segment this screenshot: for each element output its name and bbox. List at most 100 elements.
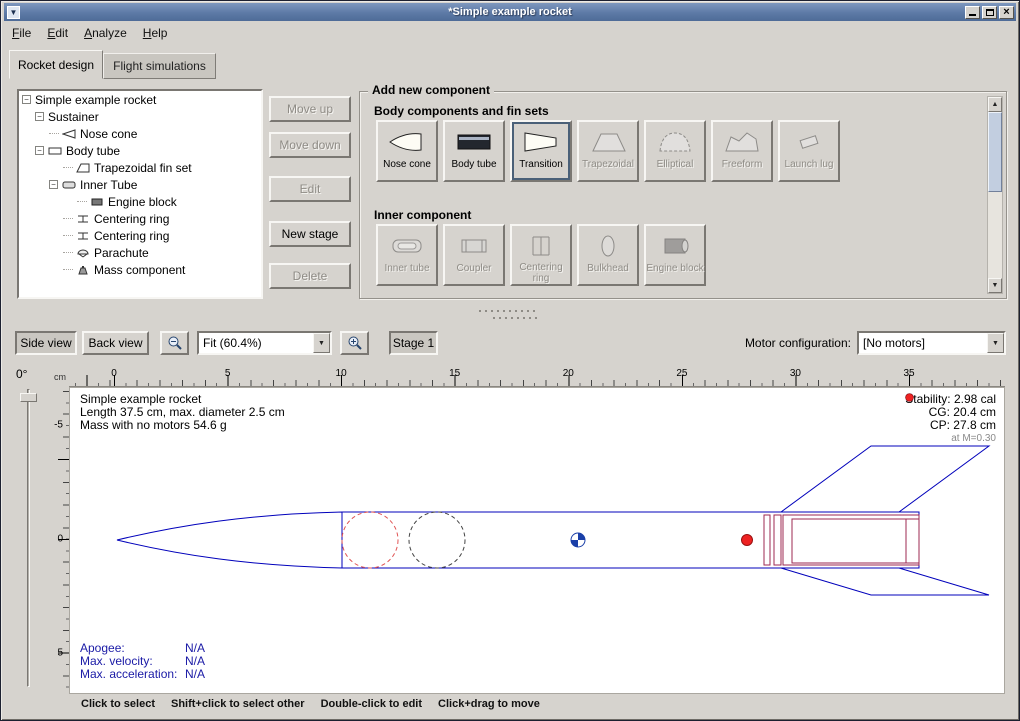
rotation-value: 0° bbox=[16, 367, 27, 381]
rocket-view-canvas[interactable]: Simple example rocket Length 37.5 cm, ma… bbox=[69, 387, 1005, 694]
tree-line bbox=[63, 167, 73, 168]
status-bar: Click to select Shift+click to select ot… bbox=[81, 698, 540, 710]
group-title: Add new component bbox=[368, 83, 494, 97]
ruler-label: 35 bbox=[903, 368, 914, 379]
stability-info: Stability: 2.98 cal CG: 20.4 cm CP: 27.8… bbox=[905, 393, 996, 445]
tree-item-centering-ring-1[interactable]: Centering ring bbox=[19, 210, 261, 227]
zoom-in-icon bbox=[347, 335, 363, 351]
collapse-icon[interactable]: − bbox=[35, 112, 44, 121]
fin-set-icon bbox=[76, 163, 90, 173]
ruler-label: 20 bbox=[563, 368, 574, 379]
motor-configuration-label: Motor configuration: bbox=[745, 336, 851, 350]
hint-double-click: Double-click to edit bbox=[321, 698, 422, 710]
add-freeform-fin-button: Freeform bbox=[711, 120, 773, 182]
tab-rocket-design[interactable]: Rocket design bbox=[9, 50, 103, 79]
collapse-icon[interactable]: − bbox=[49, 180, 58, 189]
tree-item-sustainer[interactable]: − Sustainer bbox=[19, 108, 261, 125]
maximize-button[interactable] bbox=[982, 6, 997, 19]
transition-icon bbox=[521, 128, 561, 156]
add-bulkhead-button: Bulkhead bbox=[577, 224, 639, 286]
max-acceleration-label: Max. acceleration: bbox=[80, 668, 185, 681]
move-down-button: Move down bbox=[269, 132, 351, 158]
menu-help[interactable]: Help bbox=[135, 23, 176, 43]
close-button[interactable]: × bbox=[999, 6, 1014, 19]
tab-flight-simulations[interactable]: Flight simulations bbox=[103, 53, 216, 79]
menu-bar: File Edit Analyze Help bbox=[4, 22, 1016, 44]
body-tube-icon bbox=[454, 128, 494, 156]
freeform-fin-icon bbox=[722, 128, 762, 156]
menu-edit[interactable]: Edit bbox=[39, 23, 76, 43]
menu-analyze[interactable]: Analyze bbox=[76, 23, 135, 43]
add-launch-lug-button: Launch lug bbox=[778, 120, 840, 182]
inner-tube-icon bbox=[387, 232, 427, 260]
tree-line bbox=[63, 235, 73, 236]
ruler-label: 10 bbox=[336, 368, 347, 379]
scroll-down-button[interactable]: ▼ bbox=[988, 278, 1002, 293]
tree-item-engine-block[interactable]: Engine block bbox=[19, 193, 261, 210]
tree-item-mass-component[interactable]: Mass component bbox=[19, 261, 261, 278]
ruler-label: 25 bbox=[676, 368, 687, 379]
centering-ring-icon bbox=[76, 231, 90, 241]
rotation-slider-track[interactable] bbox=[27, 389, 30, 687]
cp-value: CP: 27.8 cm bbox=[930, 419, 996, 432]
component-tree: − Simple example rocket − Sustainer Nose… bbox=[17, 89, 263, 299]
tree-line bbox=[77, 201, 87, 202]
zoom-out-icon bbox=[167, 335, 183, 351]
menu-file[interactable]: File bbox=[4, 23, 39, 43]
splitter-grip[interactable] bbox=[493, 317, 539, 319]
move-up-button: Move up bbox=[269, 96, 351, 122]
ruler-label: 30 bbox=[790, 368, 801, 379]
collapse-icon[interactable]: − bbox=[35, 146, 44, 155]
rocket-info: Simple example rocket Length 37.5 cm, ma… bbox=[80, 393, 285, 432]
back-view-button[interactable]: Back view bbox=[82, 331, 149, 355]
ruler-label: 15 bbox=[449, 368, 460, 379]
title-bar[interactable]: ▼ *Simple example rocket × bbox=[4, 3, 1016, 21]
trapezoidal-fin-icon bbox=[588, 128, 628, 156]
ruler-unit-label: cm bbox=[51, 367, 69, 387]
stage-1-toggle[interactable]: Stage 1 bbox=[389, 331, 438, 355]
zoom-out-button[interactable] bbox=[160, 331, 189, 355]
add-centering-ring-button: Centering ring bbox=[510, 224, 572, 286]
tree-item-rocket[interactable]: − Simple example rocket bbox=[19, 91, 261, 108]
parachute-icon bbox=[76, 248, 90, 258]
bulkhead-icon bbox=[588, 232, 628, 260]
ruler-label: 5 bbox=[57, 647, 63, 658]
tree-line bbox=[49, 133, 59, 134]
add-body-tube-button[interactable]: Body tube bbox=[443, 120, 505, 182]
centering-ring-icon bbox=[521, 232, 561, 259]
tree-line bbox=[63, 218, 73, 219]
collapse-icon[interactable]: − bbox=[22, 95, 31, 104]
rotation-slider-thumb[interactable] bbox=[20, 393, 37, 402]
scrollbar-thumb[interactable] bbox=[988, 112, 1002, 192]
ruler-label: -5 bbox=[54, 420, 63, 431]
dropdown-arrow-icon[interactable]: ▼ bbox=[313, 333, 330, 353]
tree-item-fin-set[interactable]: Trapezoidal fin set bbox=[19, 159, 261, 176]
side-view-button[interactable]: Side view bbox=[15, 331, 77, 355]
tree-item-parachute[interactable]: Parachute bbox=[19, 244, 261, 261]
scroll-up-button[interactable]: ▲ bbox=[988, 97, 1002, 112]
tree-item-body-tube[interactable]: − Body tube bbox=[19, 142, 261, 159]
edit-button: Edit bbox=[269, 176, 351, 202]
coupler-icon bbox=[454, 232, 494, 260]
new-stage-button[interactable]: New stage bbox=[269, 221, 351, 247]
minimize-button[interactable] bbox=[965, 6, 980, 19]
motor-configuration-select[interactable]: [No motors] ▼ bbox=[857, 331, 1006, 355]
zoom-select[interactable]: Fit (60.4%) ▼ bbox=[197, 331, 332, 355]
max-velocity-value: N/A bbox=[185, 654, 205, 668]
tree-item-label: Body tube bbox=[66, 144, 120, 158]
component-scrollbar[interactable]: ▲ ▼ bbox=[987, 96, 1003, 294]
zoom-in-button[interactable] bbox=[340, 331, 369, 355]
add-coupler-button: Coupler bbox=[443, 224, 505, 286]
add-transition-button[interactable]: Transition bbox=[510, 120, 572, 182]
apogee-value: N/A bbox=[185, 641, 205, 655]
cp-icon bbox=[905, 393, 914, 402]
horizontal-ruler: 0 5 10 15 20 25 30 35 bbox=[69, 367, 1005, 387]
dropdown-arrow-icon[interactable]: ▼ bbox=[987, 333, 1004, 353]
splitter-grip[interactable] bbox=[479, 310, 539, 312]
tree-item-nose-cone[interactable]: Nose cone bbox=[19, 125, 261, 142]
motor-configuration-value: [No motors] bbox=[859, 336, 987, 350]
tree-item-label: Centering ring bbox=[94, 229, 169, 243]
tree-item-inner-tube[interactable]: − Inner Tube bbox=[19, 176, 261, 193]
add-nose-cone-button[interactable]: Nose cone bbox=[376, 120, 438, 182]
tree-item-centering-ring-2[interactable]: Centering ring bbox=[19, 227, 261, 244]
